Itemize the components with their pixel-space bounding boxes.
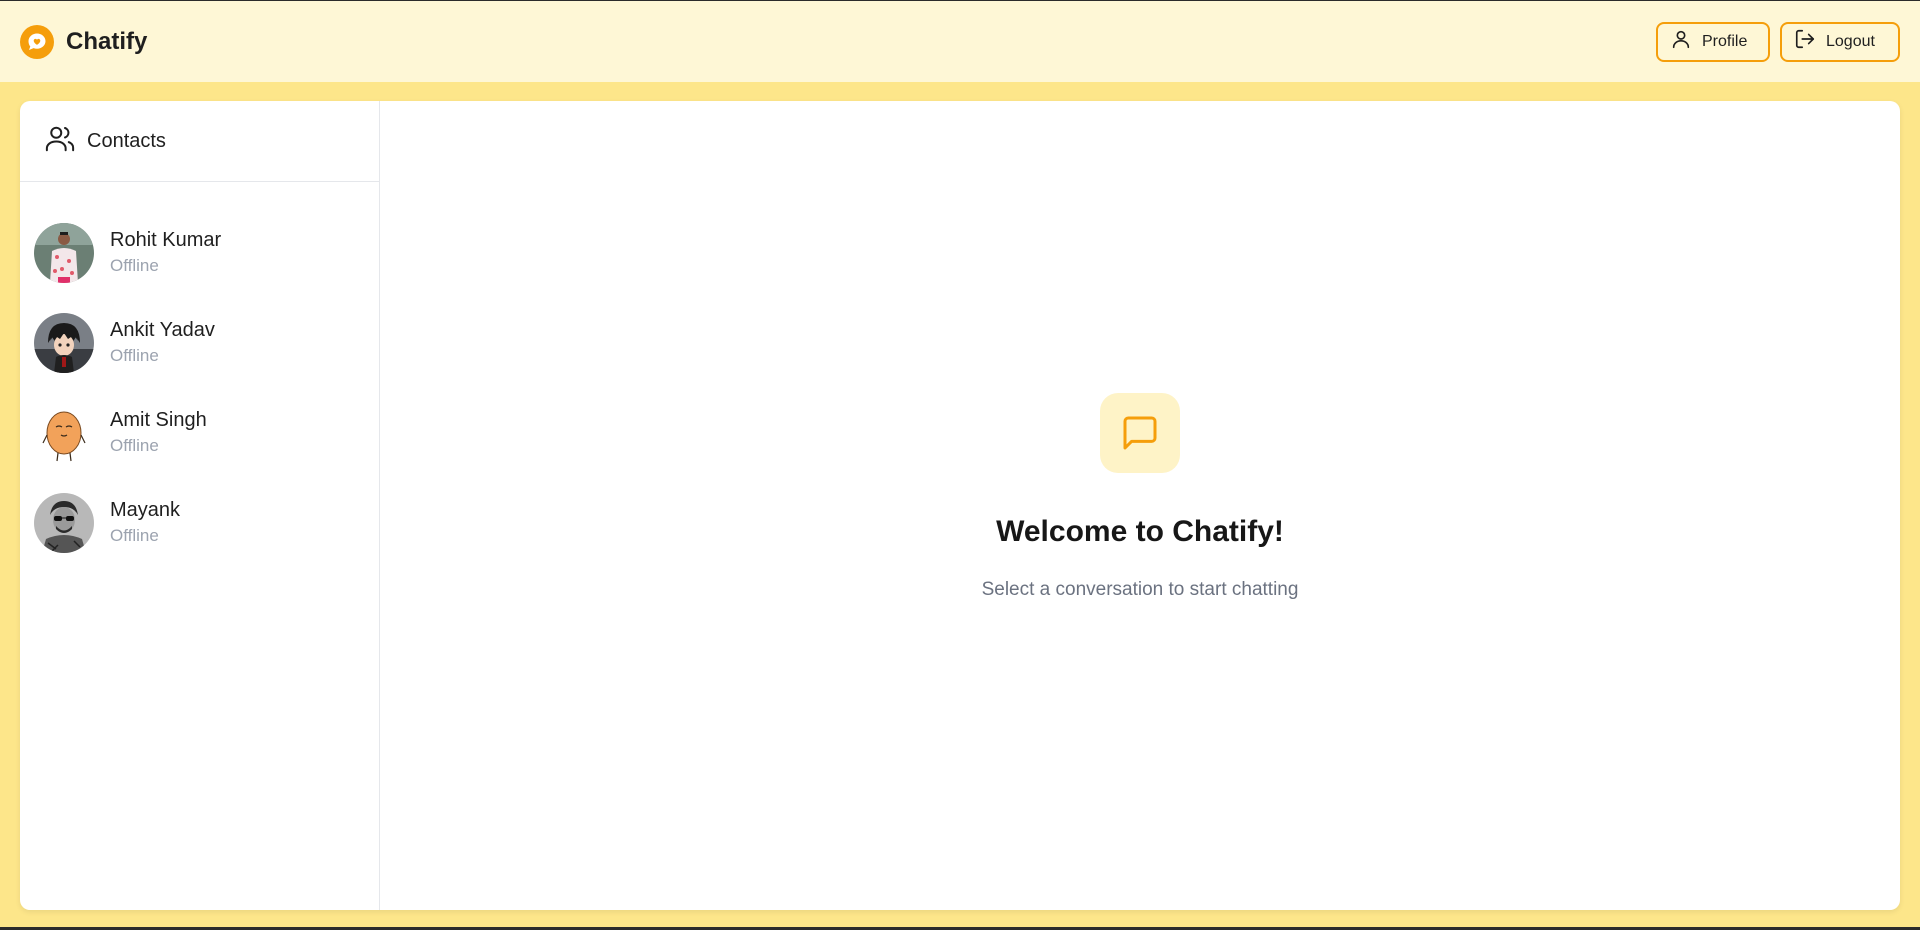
avatar	[34, 313, 94, 373]
profile-label: Profile	[1702, 32, 1748, 50]
contacts-header: Contacts	[20, 101, 379, 182]
logout-label: Logout	[1826, 32, 1875, 50]
contact-status: Offline	[110, 436, 159, 455]
welcome-title: Welcome to Chatify!	[996, 514, 1284, 548]
chat-heart-icon	[20, 24, 54, 59]
contact-status: Offline	[110, 526, 159, 545]
contact-name: Mayank	[110, 499, 181, 521]
top-header: Chatify Profile Logout	[0, 0, 1920, 82]
profile-button[interactable]: Profile	[1656, 21, 1770, 62]
contact-name: Rohit Kumar	[110, 229, 222, 251]
contact-status: Offline	[110, 256, 159, 275]
avatar	[34, 493, 94, 553]
welcome-subtitle: Select a conversation to start chatting	[981, 578, 1299, 600]
contacts-sidebar: Contacts Rohit Kumar Offline Ankit Yadav…	[20, 101, 380, 910]
main-panel: Contacts Rohit Kumar Offline Ankit Yadav…	[20, 101, 1900, 910]
app: Chatify Profile Logout Contacts Rohit Ku…	[0, 0, 1920, 930]
contact-item[interactable]: Ankit Yadav Offline	[20, 298, 379, 388]
message-square-icon	[1100, 392, 1180, 473]
contact-status: Offline	[110, 346, 159, 365]
logout-button[interactable]: Logout	[1780, 21, 1900, 62]
contact-item[interactable]: Amit Singh Offline	[20, 388, 379, 478]
chat-area: Welcome to Chatify! Select a conversatio…	[380, 101, 1900, 910]
user-icon	[1670, 28, 1692, 55]
contact-list: Rohit Kumar Offline Ankit Yadav Offline …	[20, 182, 379, 568]
contacts-title: Contacts	[87, 129, 166, 152]
contact-item[interactable]: Mayank Offline	[20, 478, 379, 568]
brand-title: Chatify	[66, 27, 148, 55]
contact-name: Ankit Yadav	[110, 319, 215, 341]
contact-name: Amit Singh	[110, 409, 207, 431]
contact-item[interactable]: Rohit Kumar Offline	[20, 208, 379, 298]
header-actions: Profile Logout	[1656, 21, 1900, 62]
logout-icon	[1794, 28, 1816, 55]
users-icon	[45, 124, 75, 159]
avatar	[34, 403, 94, 463]
avatar	[34, 223, 94, 283]
brand[interactable]: Chatify	[20, 24, 148, 59]
